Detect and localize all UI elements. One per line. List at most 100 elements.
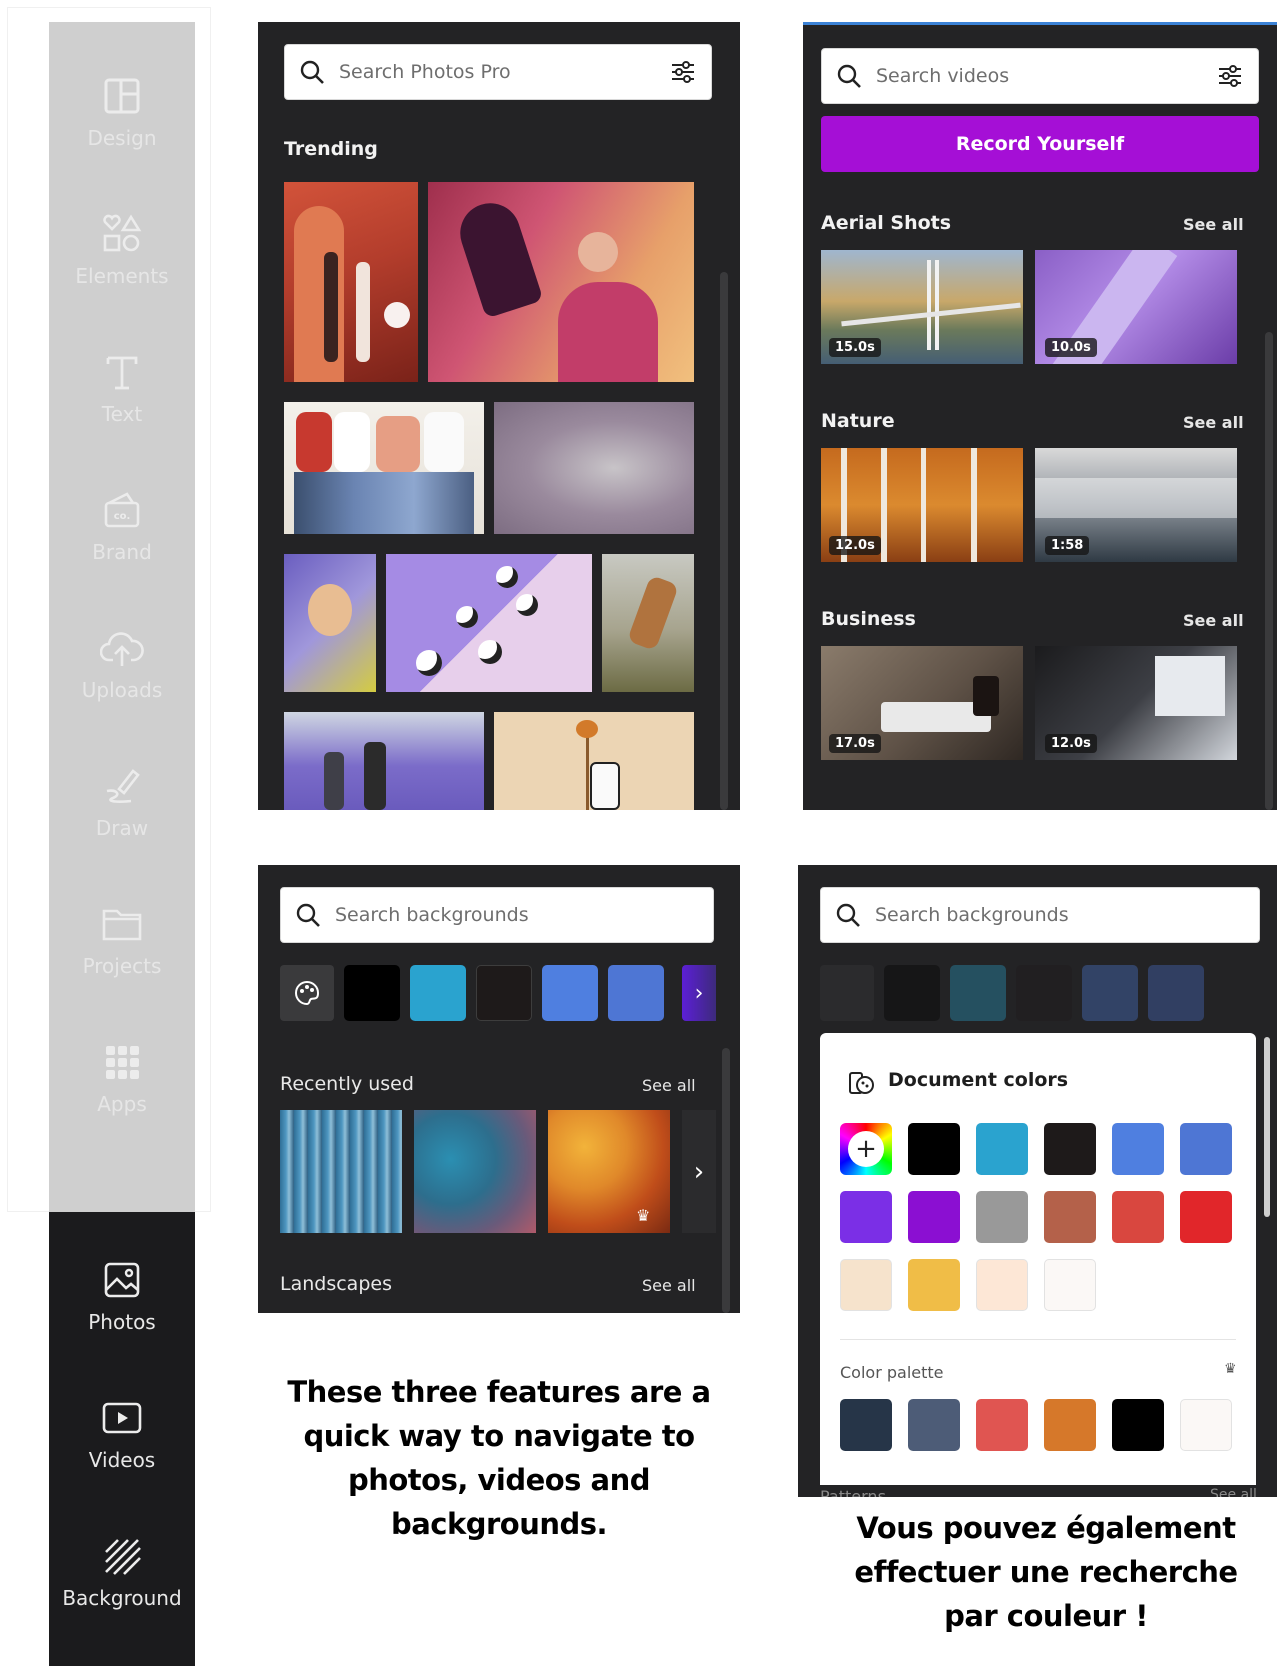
color-swatch[interactable] [1180,1191,1232,1243]
see-all-link[interactable]: See all [1183,413,1244,432]
see-all-link[interactable]: See all [642,1276,696,1295]
color-swatch[interactable] [1044,1399,1096,1451]
folder-icon [100,902,144,946]
duration-badge: 17.0s [829,734,881,753]
color-swatch[interactable] [1112,1399,1164,1451]
sidebar-item-projects[interactable]: Projects [49,880,195,1000]
background-thumbnail[interactable] [280,1110,402,1233]
photo-thumbnail[interactable] [428,182,694,382]
color-swatch[interactable] [884,965,940,1021]
chevron-right-icon[interactable]: › [682,965,716,1021]
video-thumbnail[interactable]: 12.0s [821,448,1023,562]
videos-search-input[interactable]: Search videos [821,48,1259,104]
duration-badge: 12.0s [829,536,881,555]
trending-heading: Trending [284,138,378,160]
caption-english: These three features are a quick way to … [287,1375,711,1541]
scrollbar[interactable] [1265,332,1273,810]
photo-thumbnail[interactable] [494,402,694,534]
layout-icon [100,74,144,118]
color-swatch[interactable] [410,965,466,1021]
plus-icon: + [848,1131,884,1167]
color-swatch[interactable] [1082,965,1138,1021]
photo-thumbnail[interactable] [284,402,484,534]
sidebar-item-elements[interactable]: Elements [49,190,195,310]
scrollbar[interactable] [722,1048,730,1313]
color-swatch[interactable] [976,1259,1028,1311]
color-swatch[interactable] [344,965,400,1021]
photo-thumbnail[interactable] [494,712,694,810]
color-swatch[interactable] [840,1259,892,1311]
color-swatch[interactable] [976,1191,1028,1243]
color-swatch[interactable] [1044,1123,1096,1175]
scrollbar[interactable] [720,272,728,810]
photo-thumbnail[interactable] [602,554,694,692]
search-icon [836,903,860,927]
color-swatch[interactable] [1044,1191,1096,1243]
see-all-link[interactable]: See all [642,1076,696,1095]
color-swatch[interactable] [1148,965,1204,1021]
pen-icon [100,764,144,808]
sidebar-item-label: Text [101,402,143,426]
video-thumbnail[interactable]: 15.0s [821,250,1023,364]
color-swatch[interactable] [908,1191,960,1243]
duration-badge: 12.0s [1045,734,1097,753]
color-swatch[interactable] [1180,1123,1232,1175]
color-swatch[interactable] [840,1399,892,1451]
sidebar-item-design[interactable]: Design [49,52,195,172]
color-swatch[interactable] [908,1123,960,1175]
color-swatch[interactable] [542,965,598,1021]
filter-icon[interactable] [669,58,697,86]
chevron-right-icon[interactable]: › [682,1110,716,1233]
stripes-icon [100,1534,144,1578]
color-swatch[interactable] [1112,1123,1164,1175]
color-swatch[interactable] [1180,1399,1232,1451]
color-swatch[interactable] [976,1399,1028,1451]
add-color-button[interactable]: + [840,1123,892,1175]
photo-thumbnail[interactable] [284,712,484,810]
sidebar-item-videos[interactable]: Videos [49,1374,195,1494]
backgrounds-search-input[interactable]: Search backgrounds [820,887,1260,943]
photo-thumbnail[interactable] [284,182,418,382]
color-swatch[interactable] [976,1123,1028,1175]
background-thumbnail[interactable]: ♛ [548,1110,670,1233]
video-thumbnail[interactable]: 10.0s [1035,250,1237,364]
color-swatch[interactable] [608,965,664,1021]
video-thumbnail[interactable]: 17.0s [821,646,1023,760]
video-icon [100,1396,144,1440]
color-swatch[interactable] [1112,1191,1164,1243]
swatch-row-dimmed [820,965,1274,1021]
apps-grid-icon [100,1040,144,1084]
see-all-link[interactable]: See all [1183,215,1244,234]
photo-thumbnail[interactable] [386,554,592,692]
color-swatch[interactable] [908,1259,960,1311]
sidebar-item-text[interactable]: Text [49,328,195,448]
section-heading: Nature [821,410,895,432]
video-thumbnail[interactable]: 1:58 [1035,448,1237,562]
color-swatch[interactable] [908,1399,960,1451]
color-picker-button[interactable] [280,965,334,1021]
backgrounds-search-input[interactable]: Search backgrounds [280,887,714,943]
color-swatch[interactable] [476,965,532,1021]
panel-top-accent [803,22,1277,25]
see-all-link[interactable]: See all [1210,1487,1257,1497]
color-swatch[interactable] [1016,965,1072,1021]
search-placeholder: Search Photos Pro [339,61,511,83]
photo-thumbnail[interactable] [284,554,376,692]
background-thumbnail[interactable] [414,1110,536,1233]
sidebar-item-brand[interactable]: co. Brand [49,466,195,586]
filter-icon[interactable] [1216,62,1244,90]
duration-badge: 10.0s [1045,338,1097,357]
photos-search-input[interactable]: Search Photos Pro [284,44,712,100]
video-thumbnail[interactable]: 12.0s [1035,646,1237,760]
sidebar-item-photos[interactable]: Photos [49,1236,195,1356]
sidebar-item-background[interactable]: Background [49,1512,195,1632]
see-all-link[interactable]: See all [1183,611,1244,630]
scrollbar[interactable] [1264,1037,1270,1217]
record-yourself-button[interactable]: Record Yourself [821,116,1259,172]
sidebar-item-apps[interactable]: Apps [49,1018,195,1138]
sidebar-item-uploads[interactable]: Uploads [49,604,195,724]
color-swatch[interactable] [1044,1259,1096,1311]
color-swatch[interactable] [950,965,1006,1021]
color-swatch[interactable] [840,1191,892,1243]
sidebar-item-draw[interactable]: Draw [49,742,195,862]
